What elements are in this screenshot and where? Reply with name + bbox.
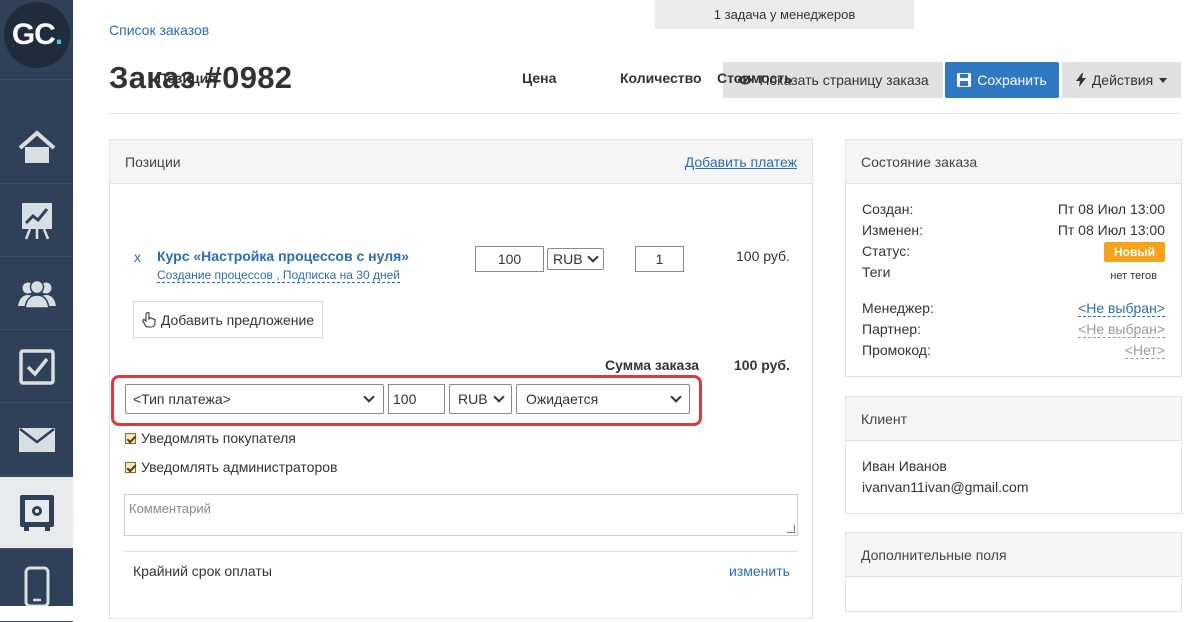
promo-label: Промокод:: [862, 342, 931, 358]
checkbox-icon: [18, 348, 55, 385]
caret-down-icon: [1159, 77, 1168, 83]
resize-grip-icon[interactable]: [787, 525, 795, 533]
comment-textarea[interactable]: Комментарий: [124, 494, 798, 536]
logo[interactable]: GC.: [0, 0, 73, 80]
section-divider: [124, 551, 798, 552]
sidebar: GC.: [0, 0, 73, 622]
created-value: Пт 08 Июл 13:00: [1057, 201, 1165, 217]
safe-icon: [19, 494, 54, 531]
manager-select[interactable]: <Не выбран>: [1078, 300, 1165, 317]
promo-select[interactable]: <Нет>: [1124, 342, 1165, 359]
client-title: Клиент: [861, 410, 908, 427]
add-offer-button[interactable]: Добавить предложение: [133, 301, 323, 338]
price-currency-value: RUB: [553, 251, 583, 267]
nav-mobile[interactable]: [0, 550, 73, 622]
add-payment-link[interactable]: Добавить платеж: [685, 154, 797, 170]
client-panel: Клиент Иван Иванов ivanvan11ivan@gmail.c…: [845, 396, 1182, 514]
users-icon: [17, 279, 56, 309]
price-input-value: 100: [497, 251, 522, 267]
order-state-header: Состояние заказа: [846, 140, 1181, 184]
changed-label: Изменен:: [862, 222, 924, 238]
hand-pointer-icon: [142, 311, 156, 328]
add-offer-label: Добавить предложение: [160, 311, 315, 328]
logo-text: GC: [11, 18, 56, 51]
order-state-panel: Состояние заказа Создан: Пт 08 Июл 13:00…: [845, 139, 1182, 377]
changed-value: Пт 08 Июл 13:00: [1057, 222, 1165, 238]
comment-placeholder: Комментарий: [129, 501, 211, 516]
title-divider: [109, 113, 1181, 114]
payment-row-highlight: [111, 375, 702, 426]
extra-fields-header: Дополнительные поля: [846, 533, 1181, 577]
notify-buyer-label: Уведомлять покупателя: [141, 430, 296, 446]
tags-label: Теги: [862, 264, 891, 280]
client-header: Клиент: [846, 397, 1181, 441]
quantity-input[interactable]: 1: [635, 246, 684, 272]
tags-value[interactable]: нет тегов: [1110, 270, 1157, 282]
notify-admins-checkbox[interactable]: [125, 461, 136, 473]
status-label: Статус:: [862, 243, 911, 259]
manager-label: Менеджер:: [862, 300, 934, 316]
position-cost: 100 руб.: [736, 248, 790, 264]
order-sum-value: 100 руб.: [734, 357, 790, 373]
nav-reports[interactable]: [0, 185, 73, 257]
save-label: Сохранить: [977, 72, 1047, 88]
partner-select[interactable]: <Не выбран>: [1078, 321, 1165, 338]
position-title-link[interactable]: Курс «Настройка процессов с нуля»: [157, 248, 409, 264]
partner-label: Партнер:: [862, 321, 921, 337]
notify-admins-option[interactable]: Уведомлять администраторов: [125, 459, 337, 475]
price-currency-select[interactable]: RUB: [547, 248, 604, 270]
notify-buyer-checkbox[interactable]: [125, 432, 136, 444]
extra-fields-title: Дополнительные поля: [861, 546, 1007, 563]
payment-deadline-label: Крайний срок оплаты: [133, 563, 272, 579]
manager-value: <Не выбран>: [1078, 300, 1165, 317]
floppy-icon: [957, 73, 972, 87]
positions-panel-title: Позиции: [125, 153, 181, 170]
created-label: Создан:: [862, 201, 914, 217]
price-input[interactable]: 100: [475, 246, 544, 272]
mail-icon: [18, 427, 55, 452]
status-badge[interactable]: Новый: [1104, 242, 1165, 262]
column-header-price: Цена: [522, 70, 557, 86]
column-header-cost: Стоимость: [717, 70, 793, 86]
notify-buyer-option[interactable]: Уведомлять покупателя: [125, 430, 296, 446]
tasks-notice[interactable]: 1 задача у менеджеров: [655, 0, 914, 29]
actions-dropdown-button[interactable]: Действия: [1062, 62, 1181, 98]
nav-home[interactable]: [0, 112, 73, 184]
extra-fields-panel: Дополнительные поля: [845, 532, 1182, 612]
actions-label: Действия: [1091, 72, 1154, 88]
nav-messages[interactable]: [0, 404, 73, 476]
promo-value: <Нет>: [1124, 342, 1165, 359]
lightning-icon: [1075, 73, 1086, 87]
logo-mark: GC.: [4, 2, 70, 68]
column-header-quantity: Количество: [620, 70, 702, 86]
payment-deadline-change-link[interactable]: изменить: [729, 563, 790, 579]
nav-tasks[interactable]: [0, 331, 73, 403]
quantity-input-value: 1: [655, 251, 664, 267]
remove-position-button[interactable]: x: [134, 249, 141, 265]
chart-board-icon: [21, 202, 52, 239]
home-icon: [18, 129, 55, 163]
positions-panel-header: Позиции Добавить платеж: [110, 140, 812, 184]
breadcrumb-orders-list[interactable]: Список заказов: [109, 22, 209, 38]
save-button[interactable]: Сохранить: [945, 62, 1059, 98]
column-header-position: Позиция: [157, 70, 217, 86]
nav-users[interactable]: [0, 258, 73, 330]
order-sum-label: Сумма заказа: [605, 357, 700, 373]
partner-value: <Не выбран>: [1078, 321, 1165, 338]
client-email: ivanvan11ivan@gmail.com: [862, 479, 1029, 495]
notify-admins-label: Уведомлять администраторов: [141, 459, 338, 475]
position-offer-link[interactable]: Создание процессов , Подписка на 30 дней: [157, 268, 400, 283]
nav-sales[interactable]: [0, 477, 73, 549]
mobile-icon: [24, 566, 49, 606]
chevron-down-icon: [587, 251, 599, 263]
client-name-link[interactable]: Иван Иванов: [862, 458, 947, 474]
order-state-title: Состояние заказа: [861, 153, 978, 170]
logo-dot: .: [54, 18, 63, 51]
